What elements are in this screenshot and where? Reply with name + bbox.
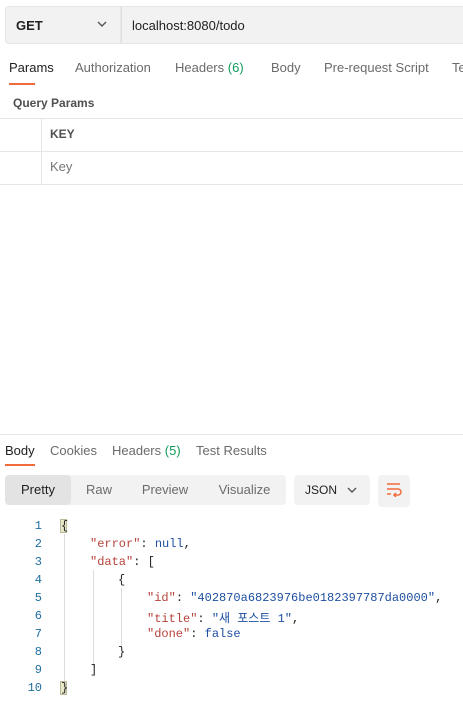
wrap-lines-button[interactable]: [378, 475, 410, 507]
table-bottom-divider: [0, 184, 463, 185]
tab-params-label: Params: [9, 60, 54, 75]
code-line: {: [61, 519, 68, 533]
line-number: 5: [34, 591, 42, 605]
line-number: 1: [34, 519, 42, 533]
tab-params[interactable]: Params: [9, 60, 54, 75]
json-brace: {: [61, 519, 69, 533]
key-column-header: KEY: [50, 127, 75, 141]
active-resp-tab-indicator: [5, 464, 35, 466]
resp-tab-headers[interactable]: Headers (5): [112, 443, 181, 458]
code-line: "done": false: [147, 627, 241, 641]
table-top-divider: [0, 118, 463, 119]
resp-tab-cookies[interactable]: Cookies: [50, 443, 97, 458]
response-divider: [0, 434, 463, 435]
chevron-down-icon: [96, 18, 108, 33]
tab-authorization[interactable]: Authorization: [75, 60, 151, 75]
indent-guide: [93, 570, 94, 666]
line-number: 8: [34, 645, 42, 659]
resp-headers-count-badge: (5): [164, 443, 181, 458]
view-preview-button[interactable]: Preview: [127, 475, 203, 505]
json-value: null: [154, 537, 184, 551]
json-key: "title": [147, 612, 198, 626]
line-number: 7: [34, 627, 42, 641]
json-brace: }: [61, 681, 69, 695]
url-text: localhost:8080/todo: [132, 17, 245, 33]
json-value: "402870a6823976be0182397787da0000": [190, 591, 436, 605]
json-key: "error": [90, 537, 141, 551]
code-line: "id": "402870a6823976be0182397787da0000"…: [147, 591, 443, 605]
json-bracket: [: [147, 555, 155, 569]
resp-tab-body[interactable]: Body: [5, 443, 35, 458]
tab-tests[interactable]: Te: [452, 60, 463, 75]
code-line: "data": [: [90, 555, 155, 569]
json-key: "id": [147, 591, 176, 605]
resp-tab-body-label: Body: [5, 443, 35, 458]
code-line: ]: [90, 663, 97, 677]
view-visualize-button[interactable]: Visualize: [203, 475, 286, 505]
line-number: 3: [34, 555, 42, 569]
format-label: JSON: [305, 483, 338, 497]
headers-count-badge: (6): [227, 60, 244, 75]
tab-pre-request-label: Pre-request Script: [324, 60, 429, 75]
query-params-title: Query Params: [13, 96, 95, 110]
json-brace: {: [118, 573, 126, 587]
code-line: {: [118, 573, 125, 587]
view-mode-selector: Pretty Raw Preview Visualize: [5, 475, 286, 505]
tab-headers-label: Headers: [175, 60, 225, 75]
code-line: }: [118, 645, 125, 659]
tab-headers[interactable]: Headers (6): [175, 60, 244, 75]
url-input[interactable]: localhost:8080/todo: [121, 6, 463, 44]
line-number: 6: [34, 609, 42, 623]
resp-tab-cookies-label: Cookies: [50, 443, 97, 458]
resp-tab-test-results-label: Test Results: [196, 443, 267, 458]
indent-guide: [121, 588, 122, 648]
json-bracket: ]: [90, 663, 98, 677]
tab-body[interactable]: Body: [271, 60, 301, 75]
line-number: 10: [27, 681, 42, 695]
wrap-lines-icon: [385, 481, 403, 502]
code-line: }: [61, 681, 68, 695]
method-label: GET: [16, 17, 43, 33]
format-select[interactable]: JSON: [294, 475, 370, 505]
line-number: 2: [34, 537, 42, 551]
resp-tab-test-results[interactable]: Test Results: [196, 443, 267, 458]
chevron-down-icon: [346, 484, 358, 499]
code-line: "error": null,: [90, 537, 191, 551]
code-line: "title": "새 포스트 1",: [147, 612, 300, 626]
tab-pre-request-script[interactable]: Pre-request Script: [324, 60, 429, 75]
active-tab-indicator: [9, 83, 35, 85]
json-key: "done": [147, 627, 191, 641]
json-key: "data": [90, 555, 134, 569]
indent-guide: [64, 534, 65, 684]
view-pretty-button[interactable]: Pretty: [5, 475, 71, 505]
line-number: 4: [34, 573, 42, 587]
line-number: 9: [34, 663, 42, 677]
json-value: false: [204, 627, 241, 641]
view-raw-button[interactable]: Raw: [71, 475, 127, 505]
method-select[interactable]: GET: [5, 6, 121, 44]
resp-tab-headers-label: Headers: [112, 443, 162, 458]
json-value: "새 포스트 1": [211, 612, 292, 626]
json-brace: }: [118, 645, 126, 659]
tab-authorization-label: Authorization: [75, 60, 151, 75]
tab-body-label: Body: [271, 60, 301, 75]
tab-tests-label: Te: [452, 60, 463, 75]
param-key-input[interactable]: [50, 159, 430, 174]
table-header-divider: [0, 151, 463, 152]
